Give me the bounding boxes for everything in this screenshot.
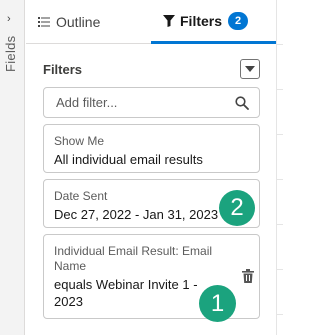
filter-card-value: All individual email results [54,152,203,167]
callout-marker: 1 [199,285,236,322]
filter-card-show-me[interactable]: Show Me All individual email results [43,124,260,173]
filter-count-badge: 2 [228,11,249,30]
callout-marker: 2 [219,190,255,226]
tab-filters[interactable]: Filters 2 [151,0,276,44]
canvas-edge [276,0,283,335]
list-icon [38,17,50,27]
canvas-divider [276,134,283,135]
tab-filters-label: Filters [180,12,223,29]
canvas-divider [276,44,283,45]
funnel-icon [163,14,175,27]
tab-outline-label: Outline [56,14,101,30]
canvas-divider [276,89,283,90]
search-icon[interactable] [235,96,249,110]
filters-menu-button[interactable] [240,59,260,79]
filter-card-label: Show Me [54,134,105,148]
canvas-divider [276,179,283,180]
panel-tabs: Outline Filters 2 [26,0,276,44]
filter-card-label: Individual Email Result: Email Name [54,244,213,273]
canvas-divider [276,224,283,225]
trash-icon[interactable] [242,269,254,283]
filters-heading: Filters [43,62,83,77]
chevron-right-icon[interactable]: › [7,14,11,25]
canvas-divider [276,314,283,315]
fields-panel-label: Fields [3,35,18,72]
chevron-down-icon [245,65,255,72]
add-filter-search [43,87,260,118]
fields-panel-toggle[interactable]: › Fields [0,0,25,335]
add-filter-input[interactable] [44,88,234,117]
tab-outline[interactable]: Outline [38,0,100,44]
canvas-divider [276,269,283,270]
